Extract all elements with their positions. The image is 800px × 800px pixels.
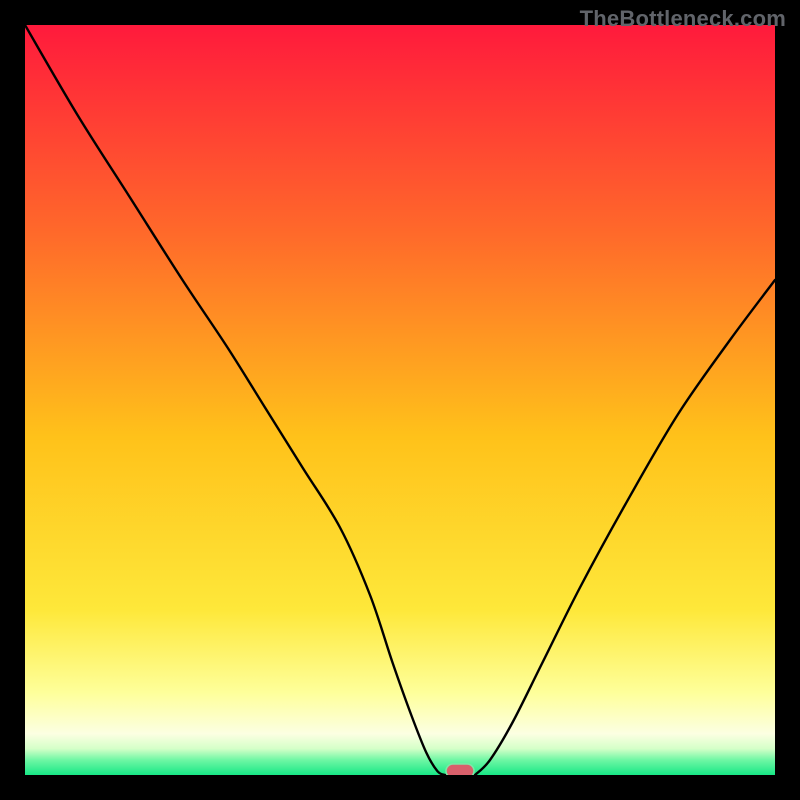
gradient-background [25,25,775,775]
chart-frame: TheBottleneck.com [0,0,800,800]
plot-area [25,25,775,775]
optimal-marker [446,764,474,775]
watermark-text: TheBottleneck.com [580,6,786,32]
bottleneck-chart [25,25,775,775]
